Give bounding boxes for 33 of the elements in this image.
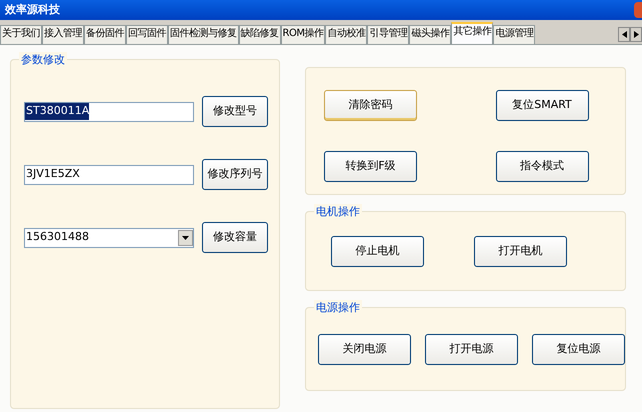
action-button[interactable]: 修改容量 [202, 222, 268, 253]
tab[interactable]: 电源管理 [493, 25, 536, 44]
tab[interactable]: 接入管理 [42, 25, 84, 44]
field-value: 3JV1E5ZX [25, 166, 80, 182]
tab[interactable]: 其它操作 [451, 22, 494, 44]
action-button[interactable]: 打开电源 [425, 334, 518, 364]
tab[interactable]: 磁头操作 [409, 25, 452, 44]
action-button[interactable]: 清除密码 [324, 90, 417, 121]
field-value: 156301488 [25, 229, 89, 246]
tab[interactable]: ROM操作 [280, 25, 326, 44]
scroll-left-icon[interactable] [618, 27, 630, 42]
action-button[interactable]: 修改序列号 [202, 159, 268, 190]
action-button[interactable]: 关闭电源 [318, 334, 411, 364]
tab[interactable]: 关于我们 [0, 25, 42, 44]
tab[interactable]: 缺陷修复 [238, 25, 280, 44]
action-button[interactable]: 修改型号 [202, 96, 268, 127]
window-title: 效率源科技 [5, 2, 60, 18]
input-field[interactable]: 3JV1E5ZX [24, 164, 194, 184]
action-button[interactable]: 复位SMART [496, 90, 588, 121]
action-button[interactable]: 复位电源 [532, 334, 625, 364]
action-button[interactable]: 停止电机 [331, 236, 424, 266]
tab[interactable]: 固件检测与修复 [168, 25, 238, 44]
tab[interactable]: 自动校准 [325, 25, 368, 44]
action-button[interactable]: 打开电机 [474, 236, 567, 266]
action-button[interactable]: 转换到F级 [324, 151, 417, 182]
scroll-right-icon[interactable] [630, 27, 642, 42]
tab[interactable]: 引导管理 [367, 25, 410, 44]
tab[interactable]: 回写固件 [126, 25, 168, 44]
dropdown-field[interactable]: 156301488 [24, 228, 194, 248]
tab[interactable]: 备份固件 [84, 25, 126, 44]
input-field[interactable]: ST380011A [24, 102, 194, 122]
field-value: ST380011A [25, 103, 90, 120]
action-button[interactable]: 指令模式 [496, 151, 588, 182]
